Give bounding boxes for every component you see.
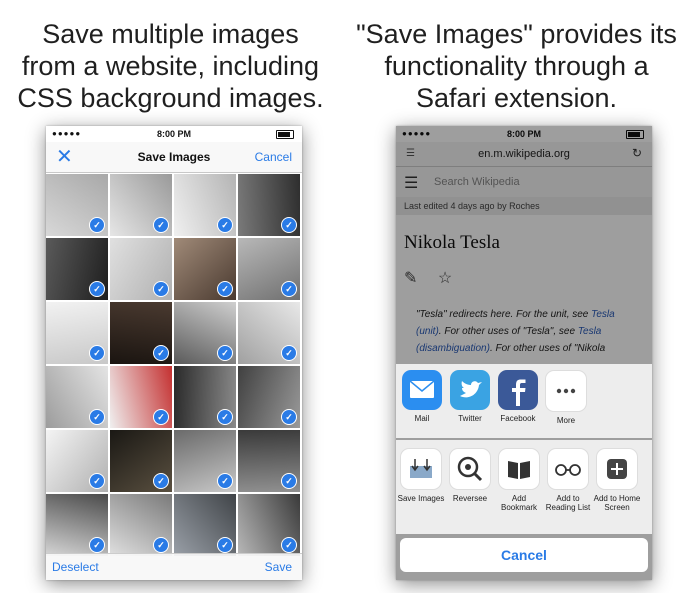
image-thumbnail[interactable]: ✓ bbox=[110, 174, 172, 236]
share-cancel-button[interactable]: Cancel bbox=[400, 538, 648, 572]
image-thumbnail[interactable]: ✓ bbox=[238, 366, 300, 428]
action-add-bookmark[interactable]: Add Bookmark bbox=[494, 448, 544, 512]
reading-list-icon bbox=[547, 448, 589, 490]
share-app-label: More bbox=[556, 416, 576, 425]
right-phone-screen: ●●●●● 8:00 PM ☰ en.m.wikipedia.org ↻ ☰ S… bbox=[396, 126, 652, 580]
checkmark-icon: ✓ bbox=[89, 217, 105, 233]
checkmark-icon: ✓ bbox=[281, 217, 297, 233]
image-thumbnail[interactable]: ✓ bbox=[46, 238, 108, 300]
checkmark-icon: ✓ bbox=[153, 281, 169, 297]
checkmark-icon: ✓ bbox=[217, 537, 233, 553]
image-thumbnail[interactable]: ✓ bbox=[46, 366, 108, 428]
checkmark-icon: ✓ bbox=[281, 409, 297, 425]
action-save-images[interactable]: Save Images bbox=[396, 448, 446, 503]
checkmark-icon: ✓ bbox=[89, 409, 105, 425]
action-add-home-screen[interactable]: Add to Home Screen bbox=[592, 448, 642, 512]
checkmark-icon: ✓ bbox=[89, 537, 105, 553]
image-grid: ✓ ✓ ✓ ✓ ✓ ✓ ✓ ✓ ✓ ✓ ✓ ✓ ✓ ✓ ✓ ✓ ✓ ✓ ✓ ✓ ✓ ✓ ✓ ✓ bbox=[46, 174, 302, 556]
image-thumbnail[interactable]: ✓ bbox=[46, 302, 108, 364]
checkmark-icon: ✓ bbox=[217, 345, 233, 361]
checkmark-icon: ✓ bbox=[89, 281, 105, 297]
battery-icon bbox=[276, 130, 294, 139]
share-app-label: Twitter bbox=[458, 414, 482, 423]
left-panel: Save multiple images from a website, inc… bbox=[0, 0, 341, 593]
image-thumbnail[interactable]: ✓ bbox=[238, 238, 300, 300]
share-app-facebook[interactable]: Facebook bbox=[496, 370, 540, 423]
right-panel: "Save Images" provides its functionality… bbox=[346, 0, 687, 593]
checkmark-icon: ✓ bbox=[153, 217, 169, 233]
action-label: Add to Home Screen bbox=[593, 494, 641, 512]
image-thumbnail[interactable]: ✓ bbox=[46, 430, 108, 492]
cancel-button[interactable]: Cancel bbox=[255, 150, 292, 164]
checkmark-icon: ✓ bbox=[281, 537, 297, 553]
action-label: Reversee bbox=[452, 494, 488, 503]
checkmark-icon: ✓ bbox=[89, 473, 105, 489]
more-icon bbox=[545, 370, 587, 412]
checkmark-icon: ✓ bbox=[281, 281, 297, 297]
caption-line: "Save Images" provides its bbox=[356, 19, 677, 49]
checkmark-icon: ✓ bbox=[217, 473, 233, 489]
share-app-more[interactable]: More bbox=[544, 370, 588, 425]
checkmark-icon: ✓ bbox=[281, 473, 297, 489]
twitter-icon bbox=[450, 370, 490, 410]
image-thumbnail[interactable]: ✓ bbox=[238, 174, 300, 236]
mail-icon bbox=[402, 370, 442, 410]
image-thumbnail[interactable]: ✓ bbox=[238, 430, 300, 492]
checkmark-icon: ✓ bbox=[153, 409, 169, 425]
image-thumbnail[interactable]: ✓ bbox=[174, 238, 236, 300]
share-app-label: Mail bbox=[414, 414, 430, 423]
right-caption: "Save Images" provides its functionality… bbox=[346, 18, 687, 114]
image-thumbnail[interactable]: ✓ bbox=[46, 174, 108, 236]
share-app-twitter[interactable]: Twitter bbox=[448, 370, 492, 423]
left-caption: Save multiple images from a website, inc… bbox=[0, 18, 341, 114]
image-thumbnail[interactable]: ✓ bbox=[110, 238, 172, 300]
save-images-icon bbox=[400, 448, 442, 490]
checkmark-icon: ✓ bbox=[217, 217, 233, 233]
reversee-icon bbox=[449, 448, 491, 490]
image-thumbnail[interactable]: ✓ bbox=[174, 430, 236, 492]
checkmark-icon: ✓ bbox=[217, 281, 233, 297]
bottom-toolbar: Deselect Save bbox=[46, 553, 302, 580]
image-thumbnail[interactable]: ✓ bbox=[174, 366, 236, 428]
caption-line: Save multiple images bbox=[42, 19, 299, 49]
checkmark-icon: ✓ bbox=[153, 345, 169, 361]
image-thumbnail[interactable]: ✓ bbox=[110, 494, 172, 556]
share-app-label: Facebook bbox=[500, 414, 536, 423]
share-actions-row: Save Images Reversee Add Bookmark Add to… bbox=[396, 440, 652, 534]
image-thumbnail[interactable]: ✓ bbox=[46, 494, 108, 556]
image-thumbnail[interactable]: ✓ bbox=[110, 302, 172, 364]
left-phone-screen: ●●●●● 8:00 PM ✕ Save Images Cancel ✓ ✓ ✓ ✓ ✓… bbox=[46, 126, 302, 580]
image-thumbnail[interactable]: ✓ bbox=[238, 494, 300, 556]
share-apps-row: Mail Twitter Facebook More bbox=[396, 364, 652, 438]
action-label: Add to Reading List bbox=[545, 494, 591, 512]
action-label: Add Bookmark bbox=[500, 494, 537, 512]
image-thumbnail[interactable]: ✓ bbox=[174, 494, 236, 556]
checkmark-icon: ✓ bbox=[153, 473, 169, 489]
image-thumbnail[interactable]: ✓ bbox=[174, 302, 236, 364]
action-add-reading-list[interactable]: Add to Reading List bbox=[543, 448, 593, 512]
caption-line: Safari extension. bbox=[415, 83, 618, 113]
image-thumbnail[interactable]: ✓ bbox=[238, 302, 300, 364]
caption-line: functionality through a bbox=[384, 51, 649, 81]
checkmark-icon: ✓ bbox=[89, 345, 105, 361]
image-thumbnail[interactable]: ✓ bbox=[110, 430, 172, 492]
action-reversee[interactable]: Reversee bbox=[445, 448, 495, 503]
home-screen-icon bbox=[596, 448, 638, 490]
save-button[interactable]: Save bbox=[265, 560, 292, 574]
checkmark-icon: ✓ bbox=[153, 537, 169, 553]
image-thumbnail[interactable]: ✓ bbox=[110, 366, 172, 428]
caption-line: CSS background images. bbox=[17, 83, 324, 113]
caption-line: from a website, including bbox=[21, 51, 320, 81]
bookmark-icon bbox=[498, 448, 540, 490]
deselect-button[interactable]: Deselect bbox=[52, 560, 99, 574]
image-thumbnail[interactable]: ✓ bbox=[174, 174, 236, 236]
status-time: 8:00 PM bbox=[156, 129, 191, 139]
navbar: ✕ Save Images Cancel bbox=[46, 142, 302, 173]
facebook-icon bbox=[498, 370, 538, 410]
status-bar: ●●●●● 8:00 PM bbox=[46, 126, 302, 142]
share-app-mail[interactable]: Mail bbox=[400, 370, 444, 423]
checkmark-icon: ✓ bbox=[281, 345, 297, 361]
checkmark-icon: ✓ bbox=[217, 409, 233, 425]
action-label: Save Images bbox=[397, 494, 445, 503]
